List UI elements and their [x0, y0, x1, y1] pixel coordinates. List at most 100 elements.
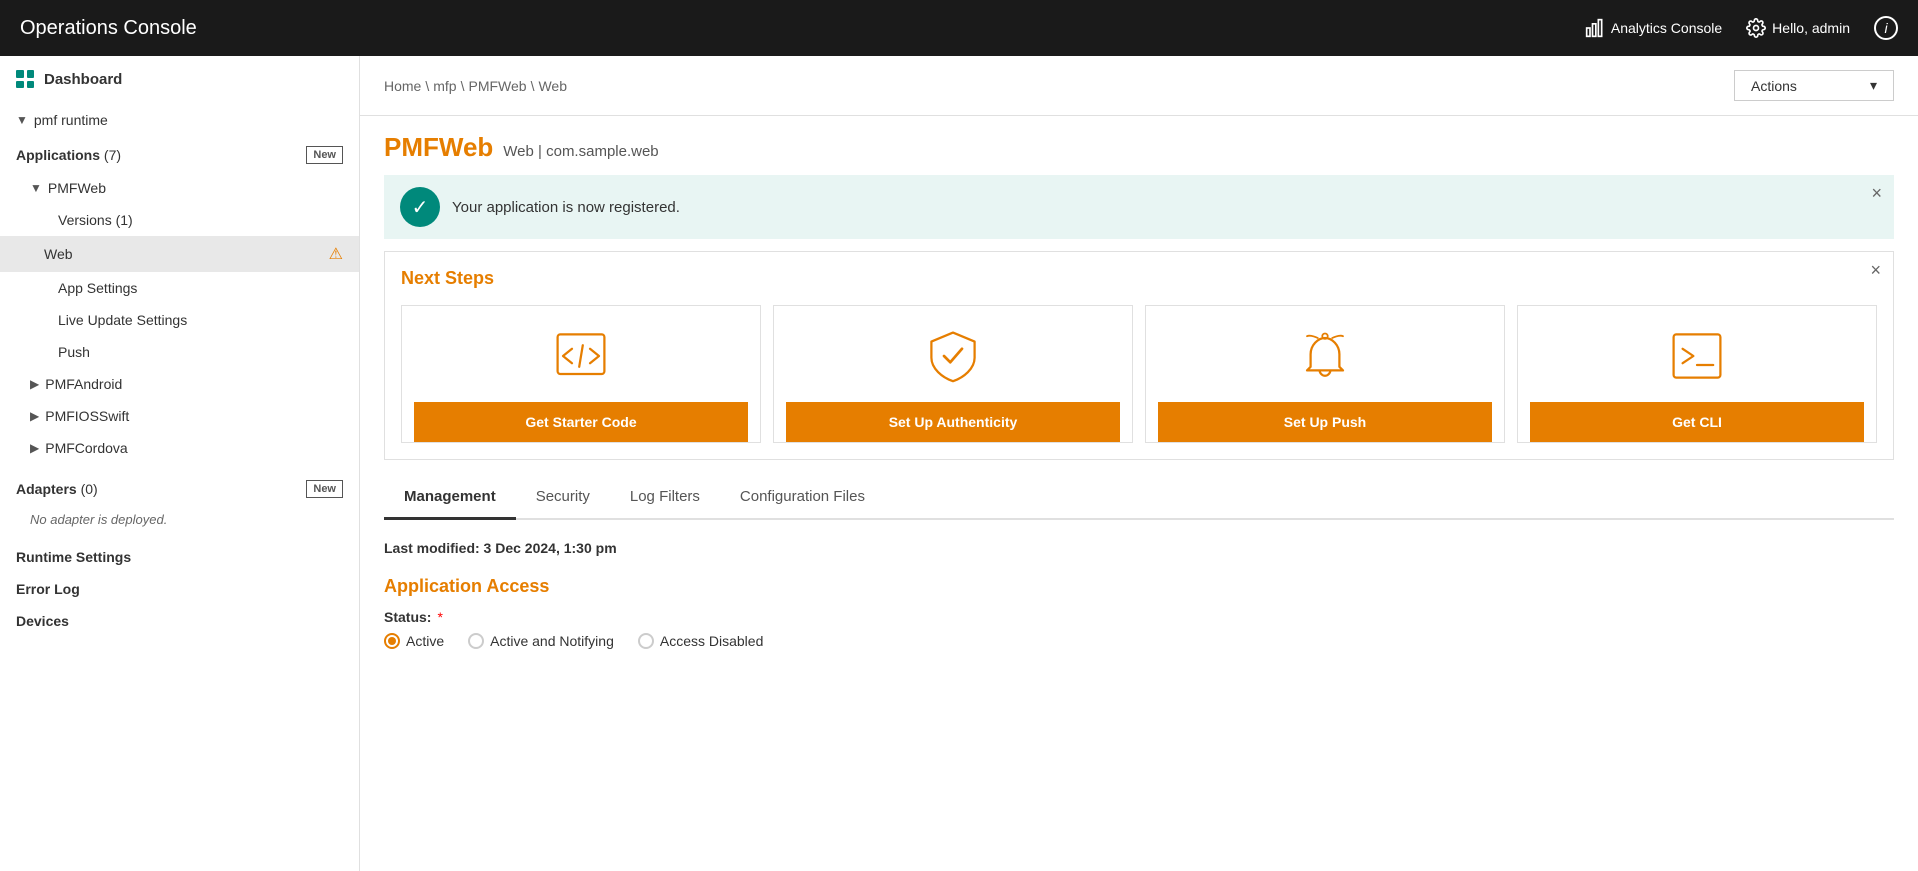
radio-notifying-label: Active and Notifying: [490, 633, 614, 649]
analytics-console-link[interactable]: Analytics Console: [1585, 18, 1722, 38]
last-modified: Last modified: 3 Dec 2024, 1:30 pm: [384, 540, 1894, 556]
radio-active-notifying[interactable]: Active and Notifying: [468, 633, 614, 649]
authenticity-svg: [926, 329, 980, 383]
main-content: Home \ mfp \ PMFWeb \ Web Actions ▾ PMFW…: [360, 56, 1918, 871]
web-item[interactable]: Web ⚠: [0, 236, 359, 272]
success-icon: ✓: [400, 187, 440, 227]
live-update-settings-item[interactable]: Live Update Settings: [0, 304, 359, 336]
main-layout: Dashboard ▼ pmf runtime Applications (7)…: [0, 56, 1918, 871]
app-subtitle: Web | com.sample.web: [503, 143, 658, 160]
adapters-new-badge[interactable]: New: [306, 480, 343, 498]
set-up-push-button[interactable]: Set Up Push: [1158, 402, 1492, 442]
required-star: *: [437, 609, 442, 625]
radio-circle-notifying: [468, 633, 484, 649]
pmfandroid-tree-item[interactable]: ▶ PMFAndroid: [0, 368, 359, 400]
bell-icon: [1295, 326, 1355, 386]
get-cli-card[interactable]: Get CLI: [1517, 305, 1877, 443]
adapters-section: Adapters (0) New: [0, 472, 359, 506]
get-cli-button[interactable]: Get CLI: [1530, 402, 1864, 442]
actions-label: Actions: [1751, 78, 1797, 94]
banner-close-button[interactable]: ×: [1871, 183, 1882, 204]
no-adapter-text: No adapter is deployed.: [0, 506, 359, 533]
get-starter-code-card[interactable]: Get Starter Code: [401, 305, 761, 443]
status-row: Status: *: [384, 609, 1894, 625]
tab-configuration-files[interactable]: Configuration Files: [720, 476, 885, 520]
user-label: Hello, admin: [1772, 20, 1850, 36]
next-steps-cards: Get Starter Code Set Up Authenticity: [401, 305, 1877, 443]
dashboard-item[interactable]: Dashboard: [0, 56, 359, 102]
radio-circle-disabled: [638, 633, 654, 649]
breadcrumb: Home \ mfp \ PMFWeb \ Web: [384, 78, 567, 94]
pmfiosswift-tree-item[interactable]: ▶ PMFIOSSwift: [0, 400, 359, 432]
code-icon: [551, 326, 611, 386]
pmfweb-tree-item[interactable]: ▼ PMFWeb: [0, 172, 359, 204]
page-title-row: PMFWeb Web | com.sample.web: [384, 132, 1894, 163]
success-message: Your application is now registered.: [452, 199, 680, 216]
radio-active-label: Active: [406, 633, 444, 649]
tab-log-filters[interactable]: Log Filters: [610, 476, 720, 520]
pmfcordova-tree-item[interactable]: ▶ PMFCordova: [0, 432, 359, 464]
analytics-label: Analytics Console: [1611, 20, 1722, 36]
tab-security[interactable]: Security: [516, 476, 610, 520]
radio-group: Active Active and Notifying Access Disab…: [384, 633, 1894, 649]
app-access-title: Application Access: [384, 576, 1894, 597]
chevron-down-icon: ▼: [30, 181, 42, 195]
radio-disabled-label: Access Disabled: [660, 633, 764, 649]
pmf-runtime-label: pmf runtime: [34, 112, 108, 128]
devices-item[interactable]: Devices: [0, 605, 359, 637]
breadcrumb-web[interactable]: Web: [538, 78, 567, 94]
next-steps-section: Next Steps × Get Starter Code: [384, 251, 1894, 460]
success-banner: ✓ Your application is now registered. ×: [384, 175, 1894, 239]
app-name: PMFWeb: [384, 132, 493, 163]
new-badge[interactable]: New: [306, 146, 343, 164]
warning-icon: ⚠: [329, 244, 343, 264]
shield-icon: [923, 326, 983, 386]
applications-section: Applications (7) New: [0, 138, 359, 172]
push-item[interactable]: Push: [0, 336, 359, 368]
radio-access-disabled[interactable]: Access Disabled: [638, 633, 764, 649]
page-header: PMFWeb Web | com.sample.web: [360, 116, 1918, 163]
breadcrumb-home[interactable]: Home: [384, 78, 421, 94]
next-steps-title: Next Steps: [401, 268, 1877, 289]
push-svg: [1298, 329, 1352, 383]
chevron-right-icon: ▶: [30, 377, 39, 391]
tabs-bar: Management Security Log Filters Configur…: [384, 476, 1894, 520]
breadcrumb-sep3: \: [531, 78, 535, 94]
dashboard-icon: [16, 70, 34, 88]
status-label: Status:: [384, 609, 431, 625]
analytics-icon: [1585, 18, 1605, 38]
set-up-authenticity-card[interactable]: Set Up Authenticity: [773, 305, 1133, 443]
chevron-right-icon: ▶: [30, 409, 39, 423]
get-starter-code-button[interactable]: Get Starter Code: [414, 402, 748, 442]
app-settings-item[interactable]: App Settings: [0, 272, 359, 304]
cli-svg: [1670, 329, 1724, 383]
gear-icon: [1746, 18, 1766, 38]
breadcrumb-sep2: \: [461, 78, 465, 94]
chevron-down-icon: ▼: [16, 113, 28, 127]
pmf-runtime-section[interactable]: ▼ pmf runtime: [0, 102, 359, 138]
error-log-item[interactable]: Error Log: [0, 573, 359, 605]
next-steps-close-button[interactable]: ×: [1870, 260, 1881, 281]
top-navigation: Operations Console Analytics Console Hel…: [0, 0, 1918, 56]
starter-code-svg: [554, 329, 608, 383]
terminal-icon: [1667, 326, 1727, 386]
user-menu[interactable]: Hello, admin: [1746, 18, 1850, 38]
applications-label: Applications (7): [16, 147, 121, 163]
breadcrumb-pmfweb[interactable]: PMFWeb: [468, 78, 526, 94]
chevron-right-icon: ▶: [30, 441, 39, 455]
versions-item[interactable]: Versions (1): [0, 204, 359, 236]
radio-active[interactable]: Active: [384, 633, 444, 649]
dashboard-label: Dashboard: [44, 71, 122, 88]
actions-dropdown[interactable]: Actions ▾: [1734, 70, 1894, 101]
breadcrumb-mfp[interactable]: mfp: [433, 78, 456, 94]
adapters-label: Adapters (0): [16, 481, 98, 497]
runtime-settings-item[interactable]: Runtime Settings: [0, 541, 359, 573]
management-content: Last modified: 3 Dec 2024, 1:30 pm Appli…: [360, 520, 1918, 669]
radio-circle-active: [384, 633, 400, 649]
tab-management[interactable]: Management: [384, 476, 516, 520]
set-up-authenticity-button[interactable]: Set Up Authenticity: [786, 402, 1120, 442]
set-up-push-card[interactable]: Set Up Push: [1145, 305, 1505, 443]
info-button[interactable]: i: [1874, 16, 1898, 40]
breadcrumb-sep1: \: [425, 78, 429, 94]
sidebar: Dashboard ▼ pmf runtime Applications (7)…: [0, 56, 360, 871]
